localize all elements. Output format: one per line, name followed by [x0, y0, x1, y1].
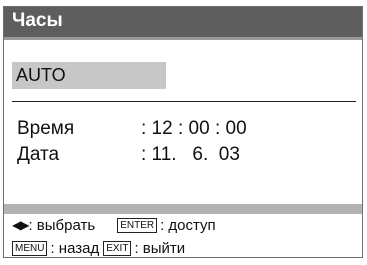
menu-key-badge: MENU [12, 241, 48, 256]
exit-key-badge: EXIT [103, 241, 132, 256]
enter-key-badge: ENTER [117, 218, 158, 233]
enter-hint: : доступ [160, 217, 216, 234]
help-line-1: ◀▶: выбрать ENTER: доступ [12, 217, 216, 234]
menu-title: Часы [12, 10, 63, 31]
date-value: : 11. 6. 03 [141, 144, 240, 165]
time-value: : 12 : 00 : 00 [141, 118, 247, 139]
help-separator [4, 204, 362, 214]
exit-hint: : выйти [134, 240, 186, 257]
left-right-arrows-icon: ◀▶ [12, 218, 29, 232]
date-label: Дата [17, 144, 60, 165]
clock-menu-panel: Часы AUTO Время : 12 : 00 : 00 Дата : 11… [3, 6, 363, 258]
divider [12, 101, 356, 102]
mode-selector[interactable]: AUTO [12, 62, 166, 89]
time-label: Время [17, 118, 75, 139]
mode-value: AUTO [16, 65, 66, 85]
select-hint: : выбрать [28, 217, 96, 234]
menu-hint: : назад [50, 240, 100, 257]
help-line-2: MENU: назад EXIT: выйти [12, 240, 185, 257]
title-bar: Часы [4, 7, 362, 40]
